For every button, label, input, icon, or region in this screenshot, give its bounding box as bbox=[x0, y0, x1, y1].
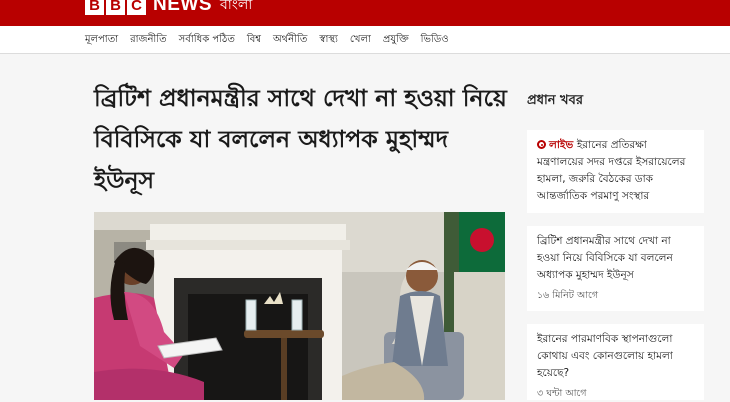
logo-letter-c: C bbox=[127, 0, 146, 15]
nav-item-home[interactable]: মূলপাতা bbox=[85, 32, 118, 49]
nav-item-world[interactable]: বিশ্ব bbox=[247, 32, 261, 49]
top-story-time: ১৬ মিনিট আগে bbox=[537, 290, 599, 301]
nav-item-politics[interactable]: রাজনীতি bbox=[130, 32, 167, 49]
nav-item-sports[interactable]: খেলা bbox=[350, 32, 371, 49]
top-story-card[interactable]: ইরানের পারমাণবিক স্থাপনাগুলো কোথায় এবং … bbox=[527, 324, 704, 400]
nav-item-technology[interactable]: প্রযুক্তি bbox=[383, 32, 409, 49]
top-story-card-live[interactable]: লাইভ ইরানের প্রতিরক্ষা মন্ত্রণালয়ের সদর… bbox=[527, 130, 704, 213]
nav-item-video[interactable]: ভিডিও bbox=[421, 32, 449, 49]
live-badge: লাইভ bbox=[537, 139, 577, 151]
live-indicator-icon bbox=[537, 140, 546, 149]
nav-item-health[interactable]: স্বাস্থ্য bbox=[319, 32, 338, 49]
live-label: লাইভ bbox=[549, 139, 574, 151]
logo-letter-b1: B bbox=[85, 0, 104, 15]
article-hero-image bbox=[94, 212, 505, 400]
logo-news-word: NEWS bbox=[153, 0, 212, 15]
top-bar: B B C NEWS বাংলা bbox=[0, 0, 730, 26]
nav-item-economy[interactable]: অর্থনীতি bbox=[273, 32, 307, 49]
bbc-news-logo[interactable]: B B C NEWS বাংলা bbox=[85, 0, 252, 17]
logo-letter-b2: B bbox=[106, 0, 125, 15]
main-navigation: মূলপাতা রাজনীতি সর্বাধিক পঠিত বিশ্ব অর্থ… bbox=[0, 26, 730, 54]
top-story-card[interactable]: ব্রিটিশ প্রধানমন্ত্রীর সাথে দেখা না হওয়… bbox=[527, 226, 704, 311]
logo-language-word: বাংলা bbox=[220, 0, 253, 13]
nav-item-most-read[interactable]: সর্বাধিক পঠিত bbox=[179, 32, 235, 49]
top-stories-heading: প্রধান খবর bbox=[527, 93, 583, 108]
article-headline: ব্রিটিশ প্রধানমন্ত্রীর সাথে দেখা না হওয়… bbox=[94, 84, 507, 194]
top-story-title: ইরানের পারমাণবিক স্থাপনাগুলো কোথায় এবং … bbox=[537, 333, 673, 379]
top-story-title: ব্রিটিশ প্রধানমন্ত্রীর সাথে দেখা না হওয়… bbox=[537, 235, 673, 281]
